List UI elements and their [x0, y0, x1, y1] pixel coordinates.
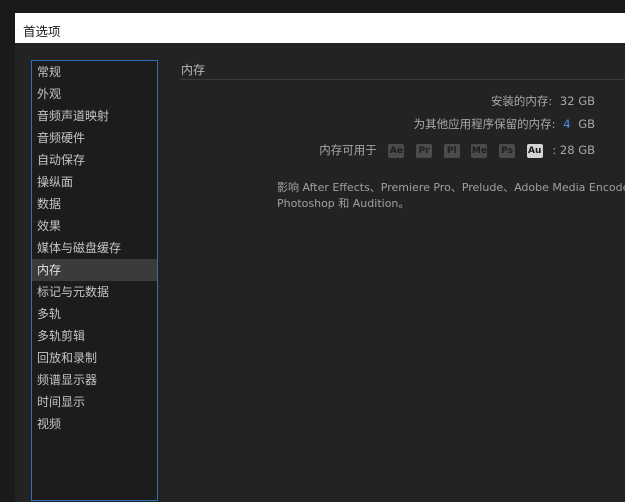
available-memory-label: 内存可用于 [319, 143, 377, 157]
sidebar-item-video[interactable]: 视频 [32, 413, 157, 435]
section-divider [180, 79, 625, 80]
app-me-icon: Me [471, 143, 488, 158]
sidebar-item-multitrack[interactable]: 多轨 [32, 303, 157, 325]
reserved-memory-unit: GB [578, 117, 595, 131]
available-memory-value: : 28 GB [552, 143, 595, 157]
sidebar-item-data[interactable]: 数据 [32, 193, 157, 215]
sidebar-item-spectral-displays[interactable]: 频谱显示器 [32, 369, 157, 391]
title-bar: 首选项 [15, 13, 625, 43]
reserved-memory-label: 为其他应用程序保留的内存: [413, 117, 556, 131]
sidebar-item-memory[interactable]: 内存 [32, 259, 157, 281]
available-memory-row: 内存可用于 Ae Pr Pl Me Ps Au : 28 GB [319, 142, 595, 158]
memory-description: 影响 After Effects、Premiere Pro、Prelude、Ad… [277, 180, 625, 212]
description-line-1: 影响 After Effects、Premiere Pro、Prelude、Ad… [277, 181, 625, 194]
window-title: 首选项 [23, 24, 61, 39]
sidebar-item-time-display[interactable]: 时间显示 [32, 391, 157, 413]
sidebar-item-playback-recording[interactable]: 回放和录制 [32, 347, 157, 369]
section-title: 内存 [181, 63, 206, 77]
preferences-dialog: 常规 外观 音频声道映射 音频硬件 自动保存 操纵面 数据 效果 媒体与磁盘缓存… [15, 43, 625, 502]
sidebar-item-audio-channel-mapping[interactable]: 音频声道映射 [32, 105, 157, 127]
sidebar-item-media-disk-cache[interactable]: 媒体与磁盘缓存 [32, 237, 157, 259]
description-line-2: Photoshop 和 Audition。 [277, 197, 410, 210]
sidebar-item-markers-metadata[interactable]: 标记与元数据 [32, 281, 157, 303]
sidebar-item-general[interactable]: 常规 [32, 61, 157, 83]
reserved-memory-row: 为其他应用程序保留的内存: 4 GB [414, 116, 595, 132]
installed-memory-label: 安装的内存: [490, 94, 553, 108]
sidebar-item-multitrack-clips[interactable]: 多轨剪辑 [32, 325, 157, 347]
sidebar-item-audio-hardware[interactable]: 音频硬件 [32, 127, 157, 149]
app-ae-icon: Ae [388, 143, 405, 158]
sidebar-item-effects[interactable]: 效果 [32, 215, 157, 237]
app-pl-icon: Pl [443, 143, 460, 158]
app-pr-icon: Pr [416, 143, 433, 158]
sidebar-item-appearance[interactable]: 外观 [32, 83, 157, 105]
installed-memory-value: 32 GB [559, 94, 595, 108]
sidebar-item-auto-save[interactable]: 自动保存 [32, 149, 157, 171]
sidebar-item-control-surface[interactable]: 操纵面 [32, 171, 157, 193]
reserved-memory-input[interactable]: 4 [563, 117, 570, 131]
app-ps-icon: Ps [499, 143, 516, 158]
installed-memory-row: 安装的内存: 32 GB [491, 93, 595, 109]
app-au-icon: Au [526, 143, 543, 158]
category-sidebar[interactable]: 常规 外观 音频声道映射 音频硬件 自动保存 操纵面 数据 效果 媒体与磁盘缓存… [31, 60, 158, 501]
